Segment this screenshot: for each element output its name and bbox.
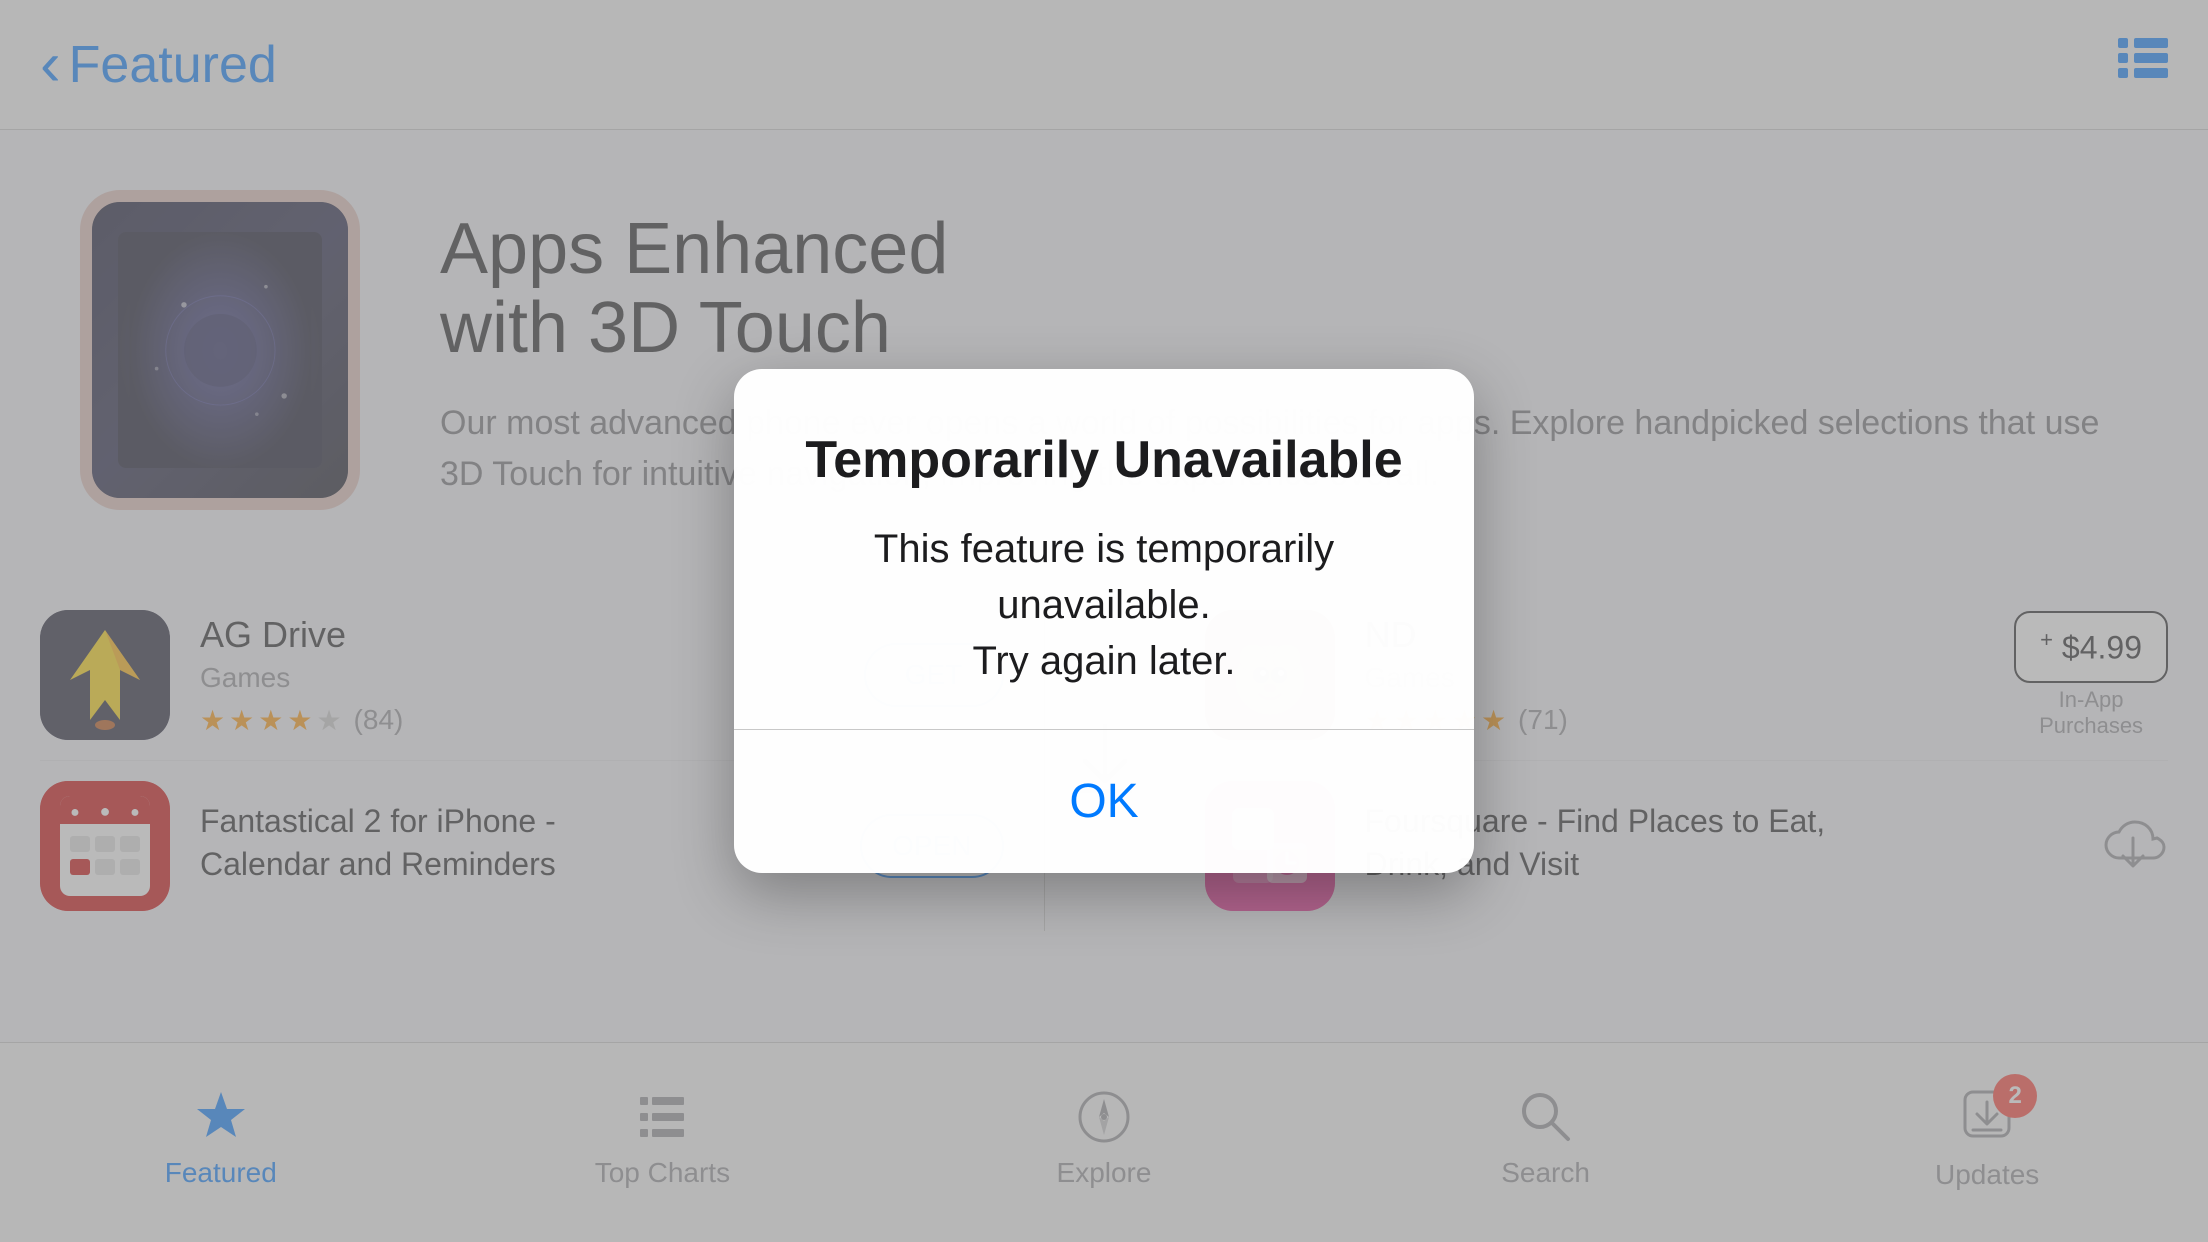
alert-actions: OK (734, 730, 1474, 873)
ok-button[interactable]: OK (734, 730, 1474, 873)
modal-overlay: Temporarily Unavailable This feature is … (0, 0, 2208, 1242)
alert-title: Temporarily Unavailable (794, 429, 1414, 491)
alert-message: This feature is temporarily unavailable.… (794, 521, 1414, 689)
alert-content: Temporarily Unavailable This feature is … (734, 369, 1474, 729)
alert-dialog: Temporarily Unavailable This feature is … (734, 369, 1474, 873)
